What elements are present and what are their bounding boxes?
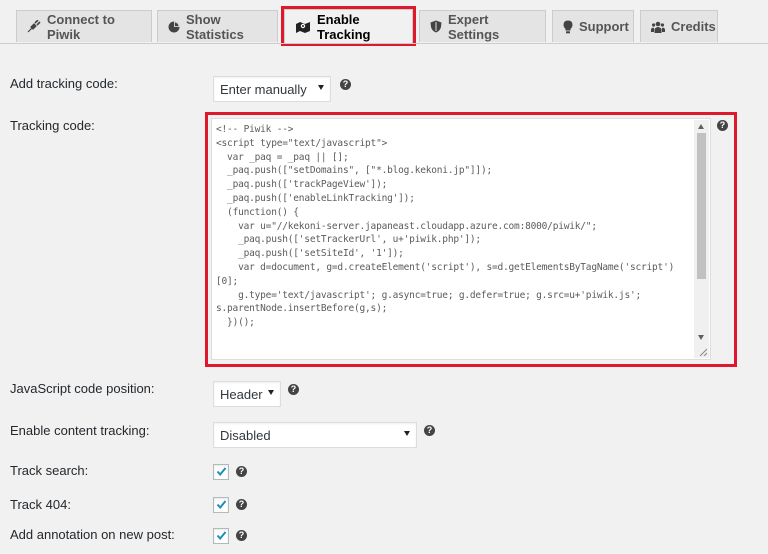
scroll-down-arrow-icon[interactable]: [698, 335, 704, 340]
tracking-code-label: Tracking code:: [10, 118, 95, 133]
help-icon[interactable]: ?: [288, 384, 299, 395]
tab-label: Expert Settings: [448, 11, 500, 42]
content-tracking-select[interactable]: Disabled: [213, 422, 417, 448]
tab-connect-to-piwik[interactable]: Connect to Piwik: [16, 10, 152, 42]
help-icon[interactable]: ?: [424, 425, 435, 436]
tab-credits[interactable]: Credits: [640, 10, 718, 42]
tab-label: Enable Tracking: [317, 11, 371, 42]
js-position-select[interactable]: Header: [213, 381, 281, 407]
js-position-label: JavaScript code position:: [10, 381, 155, 396]
track-404-checkbox[interactable]: [213, 497, 229, 513]
annotation-checkbox[interactable]: [213, 528, 229, 544]
tab-label: Connect to Piwik: [47, 11, 115, 42]
textarea-scrollbar[interactable]: [694, 120, 709, 358]
checkmark-icon: [216, 531, 227, 541]
settings-tabs: Connect to Piwik Show Statistics Enable …: [0, 0, 768, 46]
select-value: Disabled: [220, 427, 271, 443]
select-value: Header: [220, 386, 263, 402]
help-icon[interactable]: ?: [717, 120, 728, 131]
tracking-code-textarea[interactable]: <!-- Piwik --> <script type="text/javasc…: [211, 118, 711, 360]
help-icon[interactable]: ?: [236, 530, 247, 541]
chevron-down-icon: [318, 85, 324, 90]
content-tracking-label: Enable content tracking:: [10, 423, 150, 438]
tab-label: Show Statistics: [186, 11, 244, 42]
annotation-label: Add annotation on new post:: [10, 527, 175, 542]
group-icon: [651, 21, 665, 33]
select-value: Enter manually: [220, 81, 307, 97]
tab-expert-settings[interactable]: Expert Settings: [419, 10, 546, 42]
scroll-up-arrow-icon[interactable]: [698, 124, 704, 129]
track-search-checkbox[interactable]: [213, 464, 229, 480]
tab-label: Support: [579, 19, 629, 34]
add-tracking-code-select[interactable]: Enter manually: [213, 76, 331, 102]
tab-support[interactable]: Support: [552, 10, 634, 42]
map-icon: [296, 21, 310, 33]
chevron-down-icon: [268, 390, 274, 395]
tab-enable-tracking[interactable]: Enable Tracking: [281, 6, 416, 46]
lightbulb-icon: [563, 20, 573, 33]
scrollbar-thumb[interactable]: [697, 133, 706, 279]
shield-icon: [430, 20, 442, 33]
add-tracking-code-label: Add tracking code:: [10, 76, 118, 91]
checkmark-icon: [216, 500, 227, 510]
pie-chart-icon: [168, 21, 180, 32]
tabs-divider: [0, 43, 768, 44]
help-icon[interactable]: ?: [236, 499, 247, 510]
tab-show-statistics[interactable]: Show Statistics: [157, 10, 278, 42]
track-search-label: Track search:: [10, 463, 89, 478]
help-icon[interactable]: ?: [340, 79, 351, 90]
tab-label: Credits: [671, 19, 716, 34]
track-404-label: Track 404:: [10, 497, 71, 512]
plug-icon: [27, 20, 41, 33]
chevron-down-icon: [404, 431, 410, 436]
tracking-code-text: <!-- Piwik --> <script type="text/javasc…: [216, 124, 675, 329]
help-icon[interactable]: ?: [236, 466, 247, 477]
checkmark-icon: [216, 467, 227, 477]
resize-handle-icon[interactable]: [699, 348, 707, 356]
